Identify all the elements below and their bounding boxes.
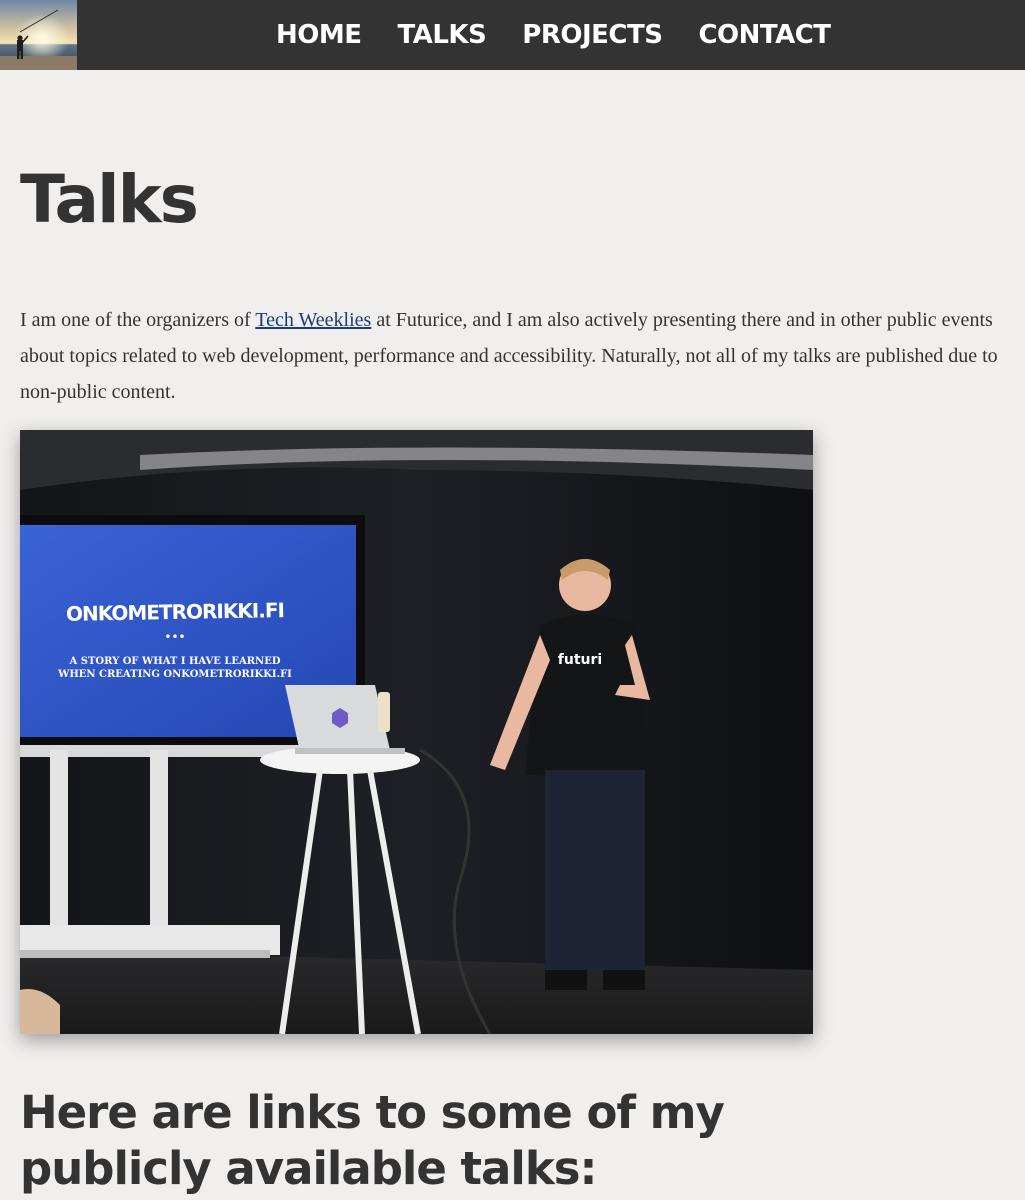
main-nav: HOME TALKS PROJECTS CONTACT — [276, 0, 831, 70]
nav-link-contact[interactable]: CONTACT — [698, 0, 831, 70]
site-header: HOME TALKS PROJECTS CONTACT — [0, 0, 1025, 70]
site-logo[interactable] — [0, 0, 77, 70]
logo-fisherman-image — [0, 0, 77, 70]
shirt-text: futuri — [557, 652, 603, 668]
talks-section-title: Here are links to some of my publicly av… — [20, 1086, 725, 1195]
nav-item-projects: PROJECTS — [522, 0, 663, 70]
nav-link-projects[interactable]: PROJECTS — [522, 0, 663, 70]
page-title: Talks — [20, 161, 199, 238]
slide-subtitle-line-1: A STORY OF WHAT I HAVE LEARNED — [69, 656, 281, 667]
slide-dots: ••• — [164, 630, 186, 644]
nav-item-home: HOME — [276, 0, 362, 70]
nav-link-home[interactable]: HOME — [276, 0, 362, 70]
slide-subtitle-line-2: WHEN CREATING ONKOMETRORIKKI.FI — [58, 669, 292, 680]
intro-paragraph: I am one of the organizers of Tech Weekl… — [20, 302, 1010, 410]
nav-item-contact: CONTACT — [698, 0, 831, 70]
talk-photo: ONKOMETRORIKKI.FI ••• A STORY OF WHAT I … — [20, 430, 813, 1034]
tech-weeklies-link[interactable]: Tech Weeklies — [255, 309, 371, 331]
nav-link-talks[interactable]: TALKS — [398, 0, 487, 70]
nav-item-talks: TALKS — [398, 0, 487, 70]
talk-photo-scene — [20, 430, 813, 1034]
intro-text-before: I am one of the organizers of — [20, 309, 256, 331]
